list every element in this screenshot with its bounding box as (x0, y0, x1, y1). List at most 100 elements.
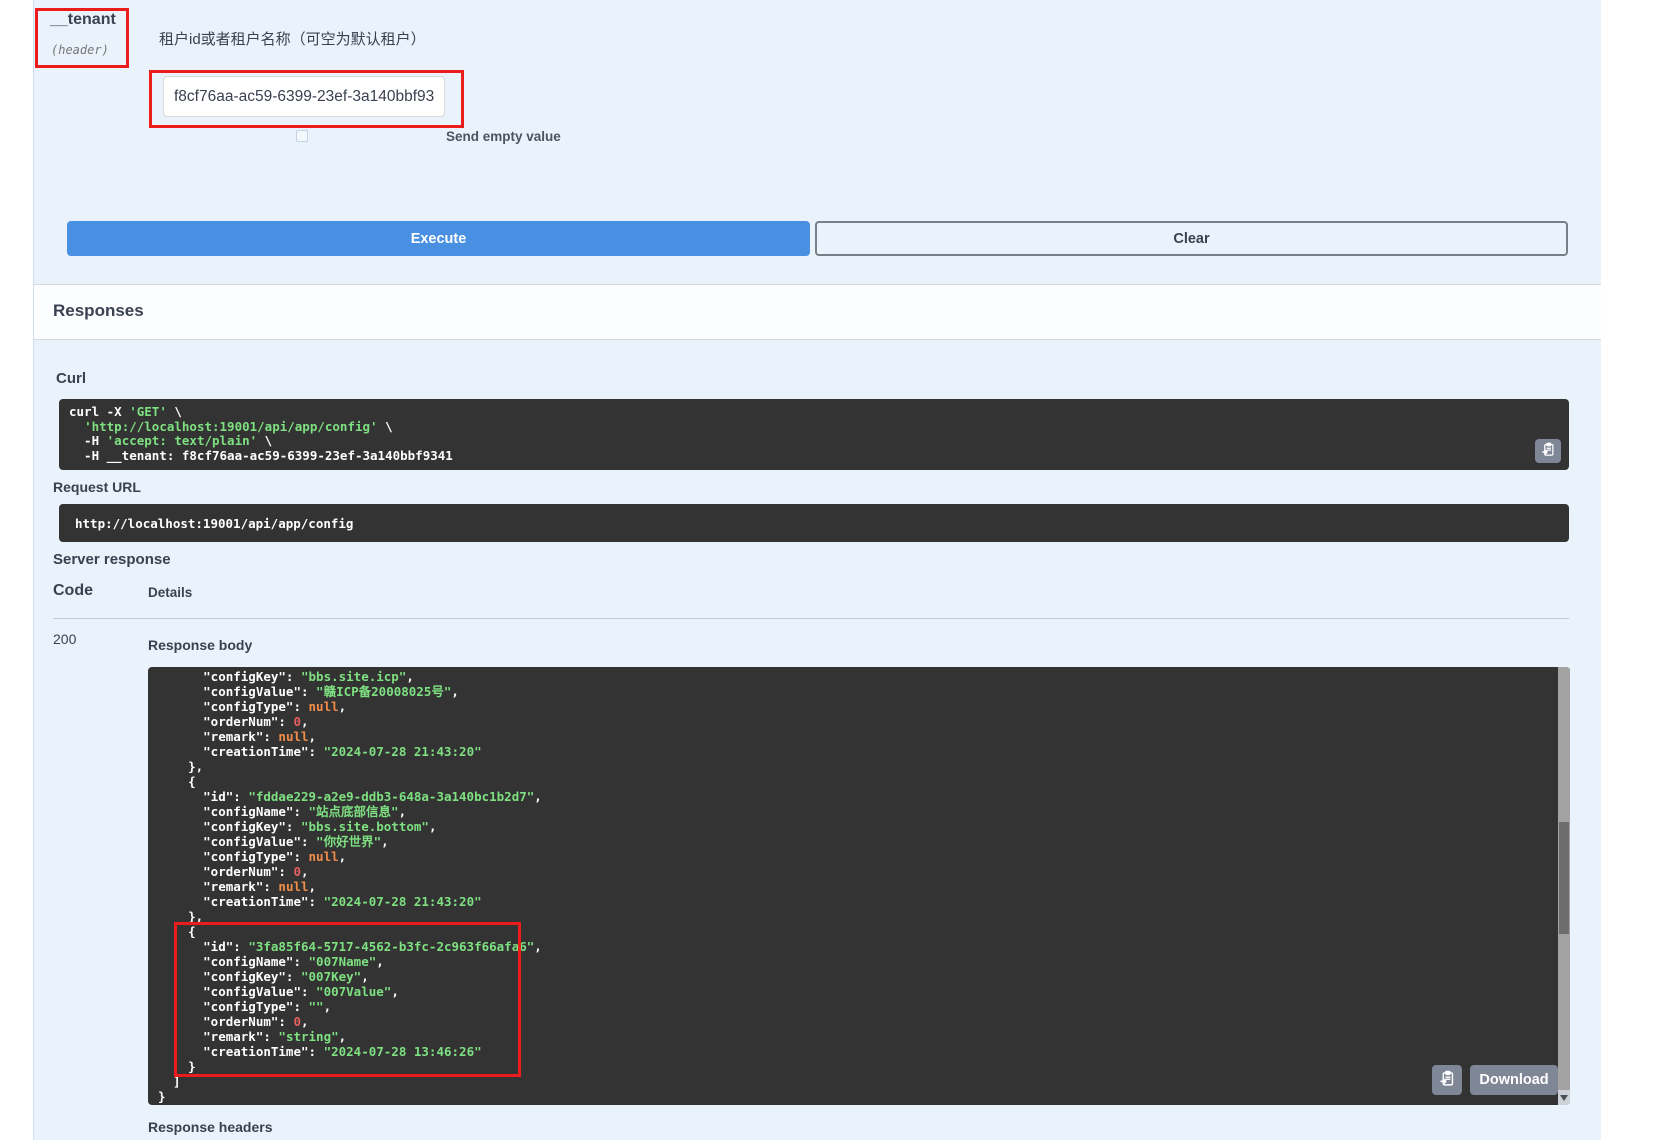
request-url-block: http://localhost:19001/api/app/config (59, 504, 1569, 542)
code-line: "configType": null, (158, 849, 1560, 864)
code-token: 'http://localhost:19001/api/app/config' (84, 419, 378, 434)
code-token: } (158, 1089, 166, 1104)
code-line: "creationTime": "2024-07-28 21:43:20" (158, 894, 1560, 909)
code-token: "bbs.site.bottom" (301, 819, 429, 834)
code-line: "configValue": "赣ICP备20008025号", (158, 684, 1560, 699)
code-token: , (339, 699, 347, 714)
copy-response-button[interactable] (1432, 1065, 1462, 1095)
code-token: "configName": (158, 804, 309, 819)
code-token: , (381, 834, 389, 849)
clear-button[interactable]: Clear (815, 221, 1568, 256)
code-line: }, (158, 759, 1560, 774)
code-line: 'http://localhost:19001/api/app/config' … (69, 420, 1559, 435)
code-token: "creationTime": (158, 894, 324, 909)
response-body-label: Response body (148, 637, 252, 653)
request-url-text: http://localhost:19001/api/app/config (75, 516, 1553, 531)
scrollbar-down-button[interactable] (1558, 1090, 1570, 1105)
code-token: null (309, 849, 339, 864)
code-token: null (278, 729, 308, 744)
responses-section-header: Responses (34, 284, 1601, 340)
tenant-value-input[interactable] (163, 76, 445, 117)
code-token: 0 (293, 864, 301, 879)
curl-command-text: curl -X 'GET' \ 'http://localhost:19001/… (69, 405, 1559, 463)
copy-to-clipboard-button[interactable] (1535, 439, 1561, 463)
code-token: "remark": (158, 879, 278, 894)
code-column-header: Code (53, 582, 93, 600)
execute-button[interactable]: Execute (67, 221, 810, 256)
code-token: 0 (293, 714, 301, 729)
code-token: , (429, 819, 437, 834)
code-token: \ (257, 433, 272, 448)
code-line: -H 'accept: text/plain' \ (69, 434, 1559, 449)
clipboard-copy-icon (1541, 442, 1556, 460)
curl-command-block: curl -X 'GET' \ 'http://localhost:19001/… (59, 399, 1569, 470)
code-token: "orderNum": (158, 714, 293, 729)
code-token: "2024-07-28 21:43:20" (324, 894, 482, 909)
code-token: 'accept: text/plain' (107, 433, 258, 448)
code-token: , (406, 669, 414, 684)
code-token: null (309, 699, 339, 714)
server-response-label: Server response (53, 551, 171, 568)
code-token: 'GET' (129, 404, 167, 419)
code-token: }, (158, 759, 203, 774)
code-line: { (158, 774, 1560, 789)
code-token: \ (167, 404, 182, 419)
details-column-header: Details (148, 585, 192, 600)
code-token: -H __tenant: f8cf76aa-ac59-6399-23ef-3a1… (69, 448, 453, 463)
get-operation-block: __tenant (header) 租户id或者租户名称（可空为默认租户） Se… (33, 0, 1601, 1140)
code-line: } (158, 1089, 1560, 1104)
code-token: "赣ICP备20008025号" (316, 684, 451, 699)
response-body-block: "configKey": "bbs.site.icp", "configValu… (148, 667, 1570, 1105)
code-token: curl -X (69, 404, 129, 419)
code-token: "creationTime": (158, 744, 324, 759)
code-line: "configType": null, (158, 699, 1560, 714)
code-token: , (451, 684, 459, 699)
code-token: "configValue": (158, 684, 316, 699)
code-line: "configKey": "bbs.site.bottom", (158, 819, 1560, 834)
code-token: , (534, 939, 542, 954)
code-line: "orderNum": 0, (158, 714, 1560, 729)
param-description: 租户id或者租户名称（可空为默认租户） (159, 28, 426, 49)
clipboard-copy-icon (1439, 1070, 1456, 1090)
code-token (69, 419, 84, 434)
code-token: "orderNum": (158, 864, 293, 879)
code-token: null (278, 879, 308, 894)
code-line: "configValue": "你好世界", (158, 834, 1560, 849)
request-url-label: Request URL (53, 479, 141, 495)
code-token: \ (378, 419, 393, 434)
code-token: "id": (158, 789, 248, 804)
code-token: "configType": (158, 849, 309, 864)
status-code: 200 (53, 631, 76, 647)
code-line: "remark": null, (158, 729, 1560, 744)
send-empty-value-checkbox[interactable] (296, 130, 308, 142)
annotation-box-response-item (174, 922, 521, 1077)
code-line: "remark": null, (158, 879, 1560, 894)
code-token: , (309, 879, 317, 894)
code-line: "configName": "站点底部信息", (158, 804, 1560, 819)
code-token: -H (69, 433, 107, 448)
code-token: "站点底部信息" (309, 804, 399, 819)
code-token: "configValue": (158, 834, 316, 849)
send-empty-value-label: Send empty value (446, 129, 561, 144)
code-token: "configType": (158, 699, 309, 714)
swagger-ui-screen: __tenant (header) 租户id或者租户名称（可空为默认租户） Se… (0, 0, 1667, 1140)
param-location: (header) (51, 43, 109, 57)
response-body-scrollbar[interactable] (1558, 667, 1570, 1105)
response-headers-label: Response headers (148, 1119, 273, 1135)
code-token: , (339, 849, 347, 864)
code-token: "2024-07-28 21:43:20" (324, 744, 482, 759)
param-name: __tenant (50, 11, 116, 29)
response-table-divider (53, 618, 1569, 619)
code-token: , (301, 714, 309, 729)
code-token: "configKey": (158, 669, 301, 684)
code-token: "remark": (158, 729, 278, 744)
code-line: "orderNum": 0, (158, 864, 1560, 879)
code-token: "bbs.site.icp" (301, 669, 406, 684)
download-button[interactable]: Download (1470, 1065, 1558, 1095)
code-token: { (158, 774, 196, 789)
scrollbar-thumb[interactable] (1559, 822, 1569, 934)
code-token: , (534, 789, 542, 804)
code-line: -H __tenant: f8cf76aa-ac59-6399-23ef-3a1… (69, 449, 1559, 464)
code-token: , (309, 729, 317, 744)
code-token: "你好世界" (316, 834, 381, 849)
